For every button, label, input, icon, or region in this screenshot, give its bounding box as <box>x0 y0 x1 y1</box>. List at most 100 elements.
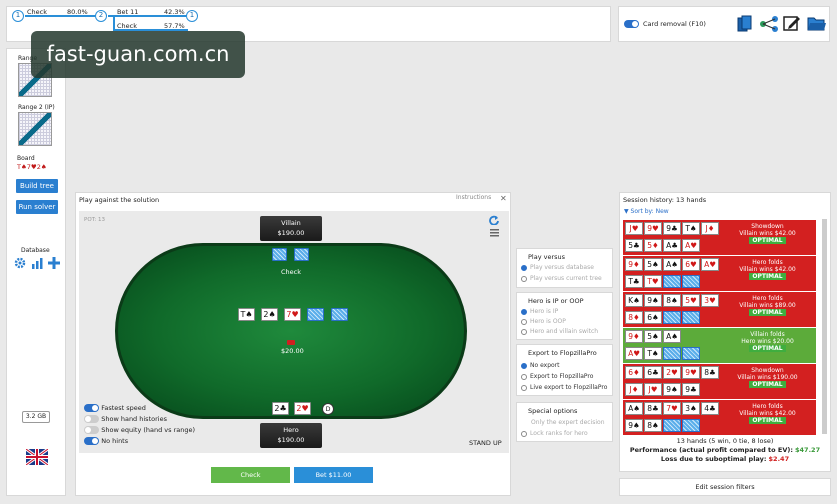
performance-label: Performance (actual profit compared to E… <box>629 446 793 454</box>
cards-icon[interactable] <box>737 15 752 33</box>
history-card: 3♥ <box>701 294 719 307</box>
menu-icon[interactable] <box>490 229 499 237</box>
history-cards: 9♦ 5♠ A♠ A♥ T♠ <box>623 328 719 363</box>
history-row[interactable]: 9♦ 5♠ A♠ A♥ T♠ Villain folds Hero wins $20.00 O… <box>623 328 816 363</box>
options-panel-4: Special options Only the expert decision… <box>516 402 613 442</box>
history-row[interactable]: 6♦ 6♣ 2♥ 9♥ 8♣ J♦ J♥ 9♠ 9♣ Showdown Villain wins $… <box>623 364 816 399</box>
history-card: 8♣ <box>701 366 719 379</box>
history-row[interactable]: K♠ 9♠ 8♠ 5♥ 3♥ 8♦ 6♠ Hero folds Villain wins $89… <box>623 292 816 327</box>
tree-action-pct: 80.0% <box>67 8 88 16</box>
radio-hero-ip[interactable]: Hero is IP <box>521 308 558 315</box>
history-result: Hero folds Villain wins $42.00 OPTIMAL <box>719 400 816 435</box>
show-equity-toggle[interactable] <box>84 426 99 434</box>
history-row[interactable]: J♥ 9♥ 9♣ T♠ J♦ 5♣ 5♦ A♣ A♥ Showdown Villain wins $… <box>623 220 816 255</box>
radio-live-export[interactable]: Live export to FlopzillaPro <box>521 384 607 391</box>
build-tree-button[interactable]: Build tree <box>16 179 58 193</box>
radio-hero-oop[interactable]: Hero is OOP <box>521 318 566 325</box>
fastest-speed-toggle[interactable] <box>84 404 99 412</box>
bet-button[interactable]: Bet $11.00 <box>294 467 373 483</box>
radio-label: Hero is OOP <box>530 318 566 325</box>
database-chart-icon[interactable] <box>31 257 43 269</box>
history-row[interactable]: A♠ 8♣ 7♥ 3♠ 4♣ 9♠ 8♠ Hero folds Villain wins $42… <box>623 400 816 435</box>
uk-flag-icon[interactable] <box>25 447 49 467</box>
optimal-badge: OPTIMAL <box>749 309 786 316</box>
history-card: 9♥ <box>644 222 662 235</box>
history-card: 5♠ <box>644 330 662 343</box>
radio-label: Play versus database <box>530 264 594 271</box>
checkbox-expert-only[interactable]: Only the expert decision <box>531 419 605 426</box>
hero-position-heading: Hero is IP or OOP <box>528 297 584 305</box>
history-result-amount: Villain wins $89.00 <box>739 302 796 309</box>
sidebar: Range Range 2 (IP) Board T♠7♥2♠ Build tr… <box>6 48 66 496</box>
history-card: 4♣ <box>701 402 719 415</box>
board-cards[interactable]: T♠7♥2♠ <box>17 163 47 171</box>
close-icon[interactable]: ✕ <box>500 194 507 203</box>
radio-label: Export to FlopzillaPro <box>530 373 594 380</box>
history-card-hidden <box>682 311 700 324</box>
history-card: 5♦ <box>644 239 662 252</box>
optimal-badge: OPTIMAL <box>749 381 786 388</box>
run-solver-button[interactable]: Run solver <box>16 200 58 214</box>
special-heading: Special options <box>528 407 578 415</box>
dealer-button: D <box>322 403 334 415</box>
edit-filters-button[interactable]: Edit session filters <box>619 478 831 496</box>
folder-icon[interactable] <box>807 15 827 32</box>
tree-view-icon[interactable] <box>759 15 779 33</box>
radio-dot <box>521 362 527 369</box>
history-card-hidden <box>663 419 681 432</box>
refresh-icon[interactable] <box>489 215 499 226</box>
history-card: 5♥ <box>682 294 700 307</box>
tree-node-root[interactable]: 1 <box>12 10 24 22</box>
history-row[interactable]: 9♦ 5♠ A♠ 6♥ A♥ T♣ T♥ Hero folds Villain wins $42… <box>623 256 816 291</box>
checkbox-label: Only the expert decision <box>531 419 605 426</box>
history-card-hidden <box>663 275 681 288</box>
range2-grid[interactable] <box>18 112 52 146</box>
instructions-link[interactable]: Instructions <box>456 194 491 201</box>
database-add-icon[interactable] <box>48 257 60 269</box>
radio-no-export[interactable]: No export <box>521 362 560 369</box>
history-title: Session history: 13 hands <box>623 196 707 204</box>
check-button[interactable]: Check <box>211 467 290 483</box>
no-hints-toggle[interactable] <box>84 437 99 445</box>
history-card: 3♠ <box>682 402 700 415</box>
database-settings-icon[interactable] <box>14 257 26 269</box>
radio-dot <box>521 318 527 325</box>
radio-label: Play versus current tree <box>530 275 602 282</box>
board-card: 2♠ <box>261 308 278 321</box>
card-removal-toggle[interactable] <box>624 20 639 28</box>
sort-dropdown[interactable]: ▼ Sort by: New <box>624 208 669 215</box>
edit-icon[interactable] <box>783 14 801 32</box>
radio-play-database[interactable]: Play versus database <box>521 264 594 271</box>
show-histories-toggle[interactable] <box>84 415 99 423</box>
history-card: 8♦ <box>625 311 643 324</box>
play-title: Play against the solution <box>79 196 160 204</box>
villain-seat: Villain $190.00 <box>260 216 322 241</box>
stand-up-button[interactable]: STAND UP <box>469 439 502 447</box>
loss-row: Loss due to suboptimal play: $2.47 <box>619 455 831 464</box>
history-card-hidden <box>682 419 700 432</box>
checkbox-lock-ranks[interactable]: Lock ranks for hero <box>521 430 588 437</box>
history-card-hidden <box>682 275 700 288</box>
radio-play-tree[interactable]: Play versus current tree <box>521 275 602 282</box>
tree-node-2[interactable]: 2 <box>95 10 107 22</box>
history-card-hidden <box>663 347 681 360</box>
history-card: T♥ <box>644 275 662 288</box>
radio-export[interactable]: Export to FlopzillaPro <box>521 373 593 380</box>
tree-node-3[interactable]: 1 <box>186 10 198 22</box>
radio-hero-switch[interactable]: Hero and villain switch <box>521 328 598 335</box>
tree-action-label[interactable]: Check <box>117 22 137 30</box>
optimal-badge: OPTIMAL <box>749 237 786 244</box>
optimal-badge: OPTIMAL <box>749 417 786 424</box>
history-card: 9♦ <box>625 330 643 343</box>
history-scrollbar[interactable] <box>822 219 827 434</box>
history-card: A♣ <box>663 239 681 252</box>
database-label: Database <box>21 247 50 254</box>
history-result-type: Hero folds <box>752 403 783 410</box>
loss-label: Loss due to suboptimal play: <box>660 455 767 463</box>
radio-dot <box>521 328 527 335</box>
history-card: 9♣ <box>663 222 681 235</box>
history-card: 9♠ <box>625 419 643 432</box>
history-card: 9♦ <box>625 258 643 271</box>
history-result-type: Hero folds <box>752 259 783 266</box>
history-card: 6♦ <box>625 366 643 379</box>
